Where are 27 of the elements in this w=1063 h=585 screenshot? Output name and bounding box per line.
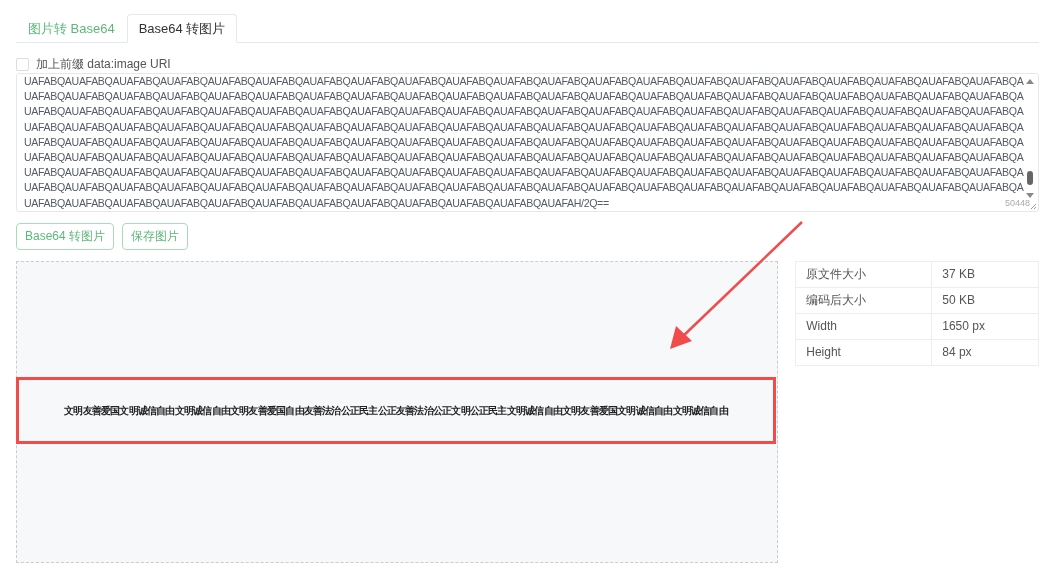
image-text: 文明友善爱国文明诚信自由文明诚信自由文明友善爱国自由友善法治公正民主公正友善法治公正文明公正民主文明诚信自由文明友善爱国文明诚信自由文明诚信自由	[64, 403, 728, 418]
checkbox[interactable]	[16, 57, 29, 71]
table-cell: Height	[795, 339, 932, 366]
base64-text-line: UAFABQAUAFABQAUAFABQAUAFABQAUAFABQAUAFABQAUAFABQAUAFABQAUAFABQAUAFABQAUAFABQAUAFABQAUAFABQAUAFABQAUAFABQAUAFABQAUAFABQAUAFABQAUAFABQAUAFABQAUAFABQA	[24, 119, 1024, 135]
base64-textarea[interactable]	[16, 73, 1039, 212]
table-cell: 37 KB	[931, 261, 1039, 288]
tab[interactable]: Base64 转图片	[126, 14, 238, 43]
base64-text-line: UAFABQAUAFABQAUAFABQAUAFABQAUAFABQAUAFABQAUAFABQAUAFABQAUAFABQAUAFABQAUAFABQAUAFABQAUAFABQAUAFABQAUAFABQAUAFABQAUAFABQAUAFABQAUAFABQAUAFABQAUAFABQA	[24, 150, 1024, 165]
base64-text-line: UAFABQAUAFABQAUAFABQAUAFABQAUAFABQAUAFABQAUAFABQAUAFABQAUAFABQAUAFABQAUAFABQAUAFABQAUAFABQAUAFABQAUAFABQAUAFABQAUAFABQAUAFABQAUAFABQAUAFABQAUAFABQA	[24, 165, 1024, 181]
base64-text-line: UAFABQAUAFABQAUAFABQAUAFABQAUAFABQAUAFABQAUAFABQAUAFABQAUAFABQAUAFABQAUAFABQAUAFABQAUAFABQAUAFABQAUAFABQAUAFABQAUAFABQAUAFABQAUAFABQAUAFABQAUAFABQA	[24, 104, 1024, 120]
table-cell: 原文件大小	[795, 261, 932, 288]
base64-text-line: UAFABQAUAFABQAUAFABQAUAFABQAUAFABQAUAFABQAUAFABQAUAFABQAUAFABQAUAFABQAUAFABQAUAFAH/2Q==	[24, 195, 609, 211]
checkbox-label: 加上前缀 data:image URI	[36, 55, 171, 73]
base64-text-line: UAFABQAUAFABQAUAFABQAUAFABQAUAFABQAUAFABQAUAFABQAUAFABQAUAFABQAUAFABQAUAFABQAUAFABQAUAFABQAUAFABQAUAFABQAUAFABQAUAFABQAUAFABQAUAFABQAUAFABQAUAFABQA	[24, 180, 1024, 196]
table-cell: 编码后大小	[795, 287, 932, 314]
action-button[interactable]: Base64 转图片	[16, 222, 115, 250]
table-cell: 50 KB	[931, 287, 1039, 314]
base64-text-line: UAFABQAUAFABQAUAFABQAUAFABQAUAFABQAUAFABQAUAFABQAUAFABQAUAFABQAUAFABQAUAFABQAUAFABQAUAFABQAUAFABQAUAFABQAUAFABQAUAFABQAUAFABQAUAFABQAUAFABQAUAFABQA	[24, 74, 1024, 89]
table-cell: 1650 px	[931, 313, 1039, 340]
resize-grip-icon[interactable]	[1030, 202, 1037, 210]
action-button[interactable]: 保存图片	[122, 222, 189, 250]
table-cell: 84 px	[931, 339, 1039, 366]
character-count: 50448	[1004, 197, 1030, 208]
tab[interactable]: 图片转 Base64	[16, 14, 127, 43]
table-cell: Width	[795, 313, 932, 340]
base64-text-line: UAFABQAUAFABQAUAFABQAUAFABQAUAFABQAUAFABQAUAFABQAUAFABQAUAFABQAUAFABQAUAFABQAUAFABQAUAFABQAUAFABQAUAFABQAUAFABQAUAFABQAUAFABQAUAFABQAUAFABQAUAFABQA	[24, 89, 1024, 105]
base64-text-line: UAFABQAUAFABQAUAFABQAUAFABQAUAFABQAUAFABQAUAFABQAUAFABQAUAFABQAUAFABQAUAFABQAUAFABQAUAFABQAUAFABQAUAFABQAUAFABQAUAFABQAUAFABQAUAFABQAUAFABQAUAFABQA	[24, 134, 1024, 150]
